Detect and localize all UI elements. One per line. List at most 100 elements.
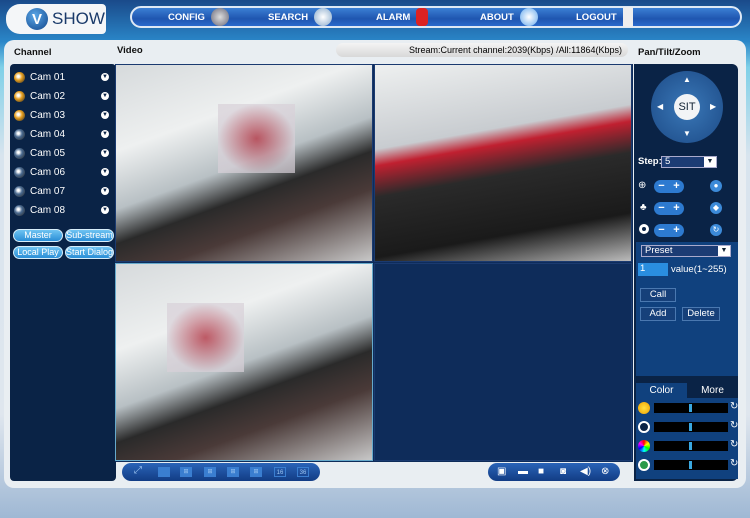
nav-alarm[interactable]: ALARM bbox=[376, 8, 429, 26]
left-arrow-icon[interactable]: ◀ bbox=[657, 102, 663, 111]
saturation-icon bbox=[638, 440, 650, 452]
call-preset-button[interactable]: Call bbox=[640, 288, 676, 302]
local-play-button[interactable]: Local Play bbox=[13, 246, 63, 259]
slider-thumb[interactable] bbox=[689, 423, 692, 431]
iris-icon bbox=[639, 224, 649, 234]
brightness-slider[interactable] bbox=[654, 403, 728, 413]
stream-status: Stream:Current channel:2039(Kbps) /All:1… bbox=[336, 43, 628, 57]
layout-1-icon[interactable] bbox=[158, 467, 170, 477]
layout-4-icon[interactable]: ⊞ bbox=[180, 467, 192, 477]
channel-item[interactable]: Cam 07 ▼ bbox=[14, 183, 112, 199]
fullscreen-icon[interactable]: ⤢ bbox=[134, 465, 142, 476]
gear-icon bbox=[210, 8, 229, 26]
focus-stepper[interactable]: − + bbox=[654, 202, 684, 215]
main-nav: CONFIG SEARCH ALARM ABOUT LOGOUT bbox=[130, 6, 742, 28]
snapshot-icon[interactable]: ◙ bbox=[560, 466, 566, 477]
nav-logout[interactable]: LOGOUT bbox=[576, 7, 633, 27]
channel-label: Cam 02 bbox=[30, 90, 66, 102]
hue-slider[interactable] bbox=[654, 460, 728, 470]
chevron-down-icon[interactable]: ▼ bbox=[101, 187, 109, 195]
windows-icon[interactable]: ▬ bbox=[518, 466, 528, 477]
preset-number-input[interactable]: 1 bbox=[638, 263, 668, 276]
audio-icon[interactable]: ◀) bbox=[580, 466, 591, 477]
slider-thumb[interactable] bbox=[689, 461, 692, 469]
camera-icon bbox=[14, 71, 25, 83]
channel-item[interactable]: Cam 05 ▼ bbox=[14, 145, 112, 161]
step-label: Step: bbox=[638, 156, 662, 167]
down-arrow-icon[interactable]: ▼ bbox=[683, 129, 691, 138]
logo-text: SHOW bbox=[52, 9, 105, 28]
contrast-slider-row: ↻ bbox=[638, 420, 738, 433]
tab-more[interactable]: More bbox=[687, 383, 738, 398]
master-button[interactable]: Master bbox=[13, 229, 63, 242]
channel-label: Cam 08 bbox=[30, 204, 66, 216]
chevron-down-icon[interactable]: ▼ bbox=[101, 206, 109, 214]
nav-about[interactable]: ABOUT bbox=[480, 8, 538, 26]
slider-thumb[interactable] bbox=[689, 404, 692, 412]
video-cell-1[interactable] bbox=[115, 64, 373, 262]
channel-item[interactable]: Cam 01 ▼ bbox=[14, 69, 112, 85]
chevron-down-icon[interactable]: ▼ bbox=[101, 92, 109, 100]
channel-item[interactable]: Cam 08 ▼ bbox=[14, 202, 112, 218]
ptz-direction-pad[interactable]: ▲ ▼ ◀ ▶ SIT bbox=[651, 71, 723, 143]
layout-8-icon[interactable]: ⊞ bbox=[227, 467, 239, 477]
slider-thumb[interactable] bbox=[689, 442, 692, 450]
smiley-icon bbox=[519, 8, 538, 26]
video-cell-3[interactable] bbox=[115, 263, 373, 461]
camera-icon bbox=[14, 90, 25, 102]
nav-search[interactable]: SEARCH bbox=[268, 8, 333, 26]
channel-label: Cam 05 bbox=[30, 147, 66, 159]
wiper-icon[interactable]: ◆ bbox=[710, 202, 722, 214]
contrast-slider[interactable] bbox=[654, 422, 728, 432]
step-select[interactable]: 5 ▼ bbox=[661, 156, 717, 168]
layout-toolbar: ⤢ ⊞ ⊞ ⊞ ⊞ 16 36 bbox=[122, 463, 320, 481]
camera-icon bbox=[14, 166, 25, 178]
up-arrow-icon[interactable]: ▲ bbox=[683, 75, 691, 84]
chevron-down-icon[interactable]: ▼ bbox=[101, 130, 109, 138]
auto-scan-icon[interactable]: ↻ bbox=[710, 224, 722, 236]
reset-icon[interactable]: ↻ bbox=[730, 439, 738, 450]
chevron-down-icon[interactable]: ▼ bbox=[101, 73, 109, 81]
record-icon[interactable]: ■ bbox=[538, 466, 544, 477]
video-grid bbox=[115, 64, 633, 462]
magnifier-icon bbox=[314, 8, 333, 26]
camera-icon bbox=[14, 204, 25, 216]
zoom-view-icon[interactable]: ▣ bbox=[497, 466, 506, 477]
nav-config[interactable]: CONFIG bbox=[168, 8, 229, 26]
iris-stepper[interactable]: − + bbox=[654, 224, 684, 237]
close-all-icon[interactable]: ⊗ bbox=[601, 466, 609, 477]
layout-16-icon[interactable]: 16 bbox=[274, 467, 286, 477]
channel-item[interactable]: Cam 03 ▼ bbox=[14, 107, 112, 123]
layout-36-icon[interactable]: 36 bbox=[297, 467, 309, 477]
channel-label: Cam 06 bbox=[30, 166, 66, 178]
start-dialog-button[interactable]: Start Dialog bbox=[65, 246, 114, 259]
channel-item[interactable]: Cam 04 ▼ bbox=[14, 126, 112, 142]
alarm-siren-icon bbox=[416, 8, 429, 26]
reset-icon[interactable]: ↻ bbox=[730, 401, 738, 412]
channel-item[interactable]: Cam 02 ▼ bbox=[14, 88, 112, 104]
right-arrow-icon[interactable]: ▶ bbox=[710, 102, 716, 111]
sub-stream-button[interactable]: Sub-stream bbox=[65, 229, 114, 242]
reset-icon[interactable]: ↻ bbox=[730, 420, 738, 431]
preset-select[interactable]: Preset ▼ bbox=[641, 245, 731, 257]
chevron-down-icon[interactable]: ▼ bbox=[101, 111, 109, 119]
ptz-center-button[interactable]: SIT bbox=[674, 94, 700, 120]
logo: V SHOW bbox=[6, 4, 106, 34]
add-preset-button[interactable]: Add bbox=[640, 307, 676, 321]
logo-mark: V bbox=[26, 8, 48, 30]
channel-item[interactable]: Cam 06 ▼ bbox=[14, 164, 112, 180]
chevron-down-icon[interactable]: ▼ bbox=[101, 149, 109, 157]
tab-color[interactable]: Color bbox=[636, 383, 687, 398]
video-cell-4[interactable] bbox=[374, 263, 632, 461]
chevron-down-icon[interactable]: ▼ bbox=[101, 168, 109, 176]
reset-icon[interactable]: ↻ bbox=[730, 458, 738, 469]
layout-9-icon[interactable]: ⊞ bbox=[250, 467, 262, 477]
zoom-stepper[interactable]: − + bbox=[654, 180, 684, 193]
chevron-down-icon: ▼ bbox=[704, 157, 716, 167]
light-icon[interactable]: ● bbox=[710, 180, 722, 192]
layout-6-icon[interactable]: ⊞ bbox=[204, 467, 216, 477]
video-cell-2[interactable] bbox=[374, 64, 632, 262]
delete-preset-button[interactable]: Delete bbox=[682, 307, 720, 321]
saturation-slider[interactable] bbox=[654, 441, 728, 451]
channel-heading: Channel bbox=[14, 47, 52, 58]
